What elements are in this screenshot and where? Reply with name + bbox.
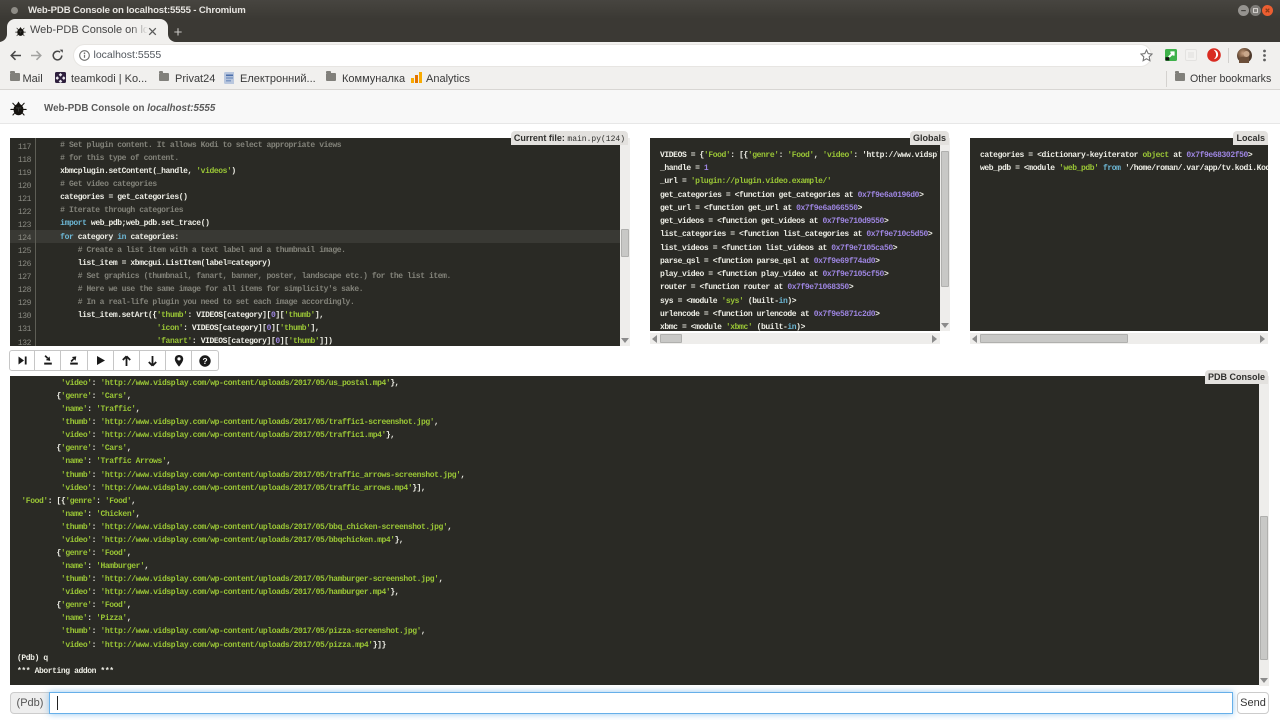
svg-text:?: ? [202,355,207,365]
